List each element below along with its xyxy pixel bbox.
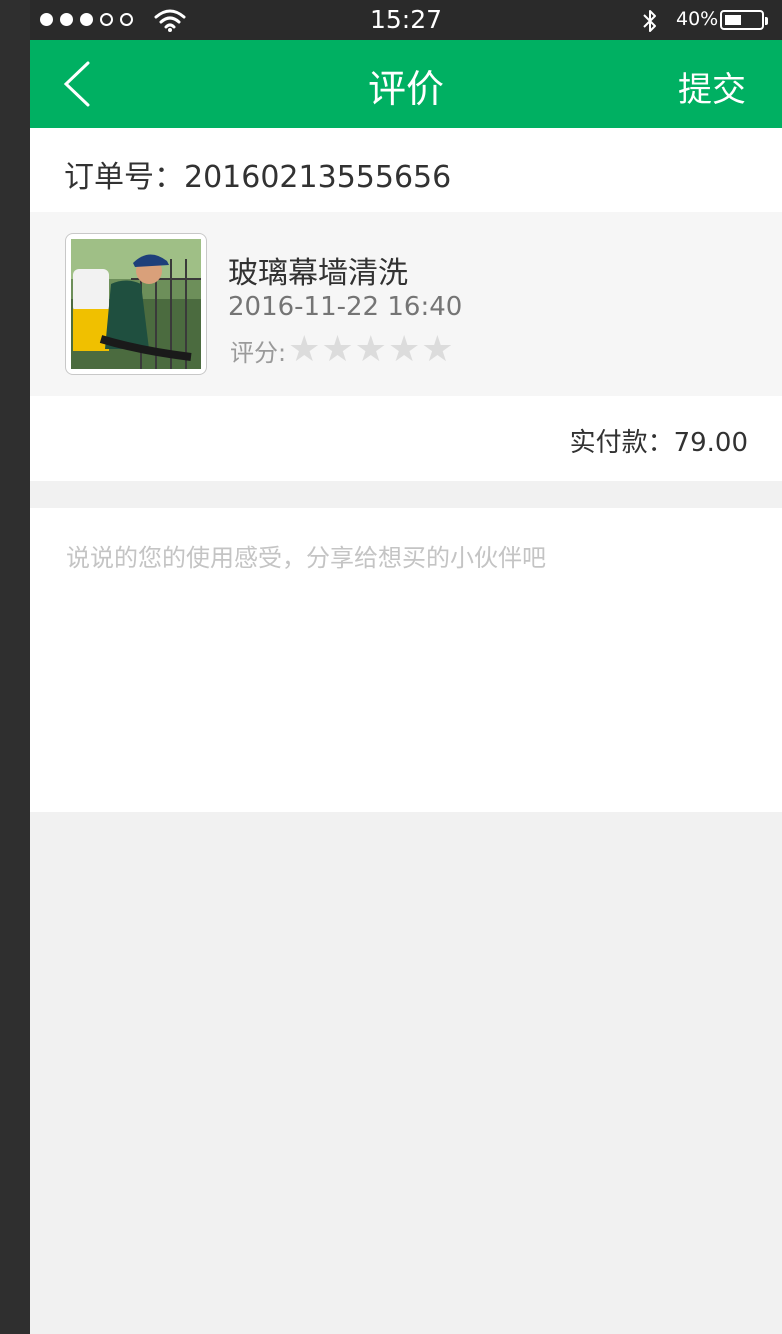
star-icon[interactable]: ★ <box>321 332 353 368</box>
battery-icon <box>720 10 768 30</box>
order-number-row: 订单号：20160213555656 <box>30 128 782 212</box>
product-name: 玻璃幕墙清洗 <box>228 256 408 291</box>
status-bar: 15:27 40% <box>30 0 782 40</box>
product-thumbnail[interactable] <box>65 233 207 375</box>
page-title: 评价 <box>367 67 444 111</box>
comment-box <box>30 508 782 812</box>
worker-photo <box>71 239 201 369</box>
star-icon[interactable]: ★ <box>288 332 320 368</box>
star-icon[interactable]: ★ <box>421 332 453 368</box>
left-gutter <box>0 0 30 1334</box>
rating-widget: 评分: ★ ★ ★ ★ ★ <box>230 332 455 368</box>
payment-row: 实付款：79.00 <box>30 396 782 481</box>
status-time: 15:27 <box>369 5 443 34</box>
star-icon[interactable]: ★ <box>355 332 387 368</box>
paid-amount: 实付款：79.00 <box>569 428 748 458</box>
bluetooth-icon <box>643 10 656 32</box>
star-icon[interactable]: ★ <box>388 332 420 368</box>
battery-percent: 40% <box>676 8 719 30</box>
rating-label: 评分: <box>230 338 287 367</box>
product-card: 玻璃幕墙清洗 2016-11-22 16:40 评分: ★ ★ ★ ★ ★ <box>30 212 782 396</box>
nav-bar: 评价 提交 <box>30 40 782 128</box>
submit-button[interactable]: 提交 <box>678 62 746 111</box>
order-number: 订单号：20160213555656 <box>64 160 452 195</box>
order-datetime: 2016-11-22 16:40 <box>228 292 463 322</box>
comment-input[interactable] <box>66 538 746 778</box>
